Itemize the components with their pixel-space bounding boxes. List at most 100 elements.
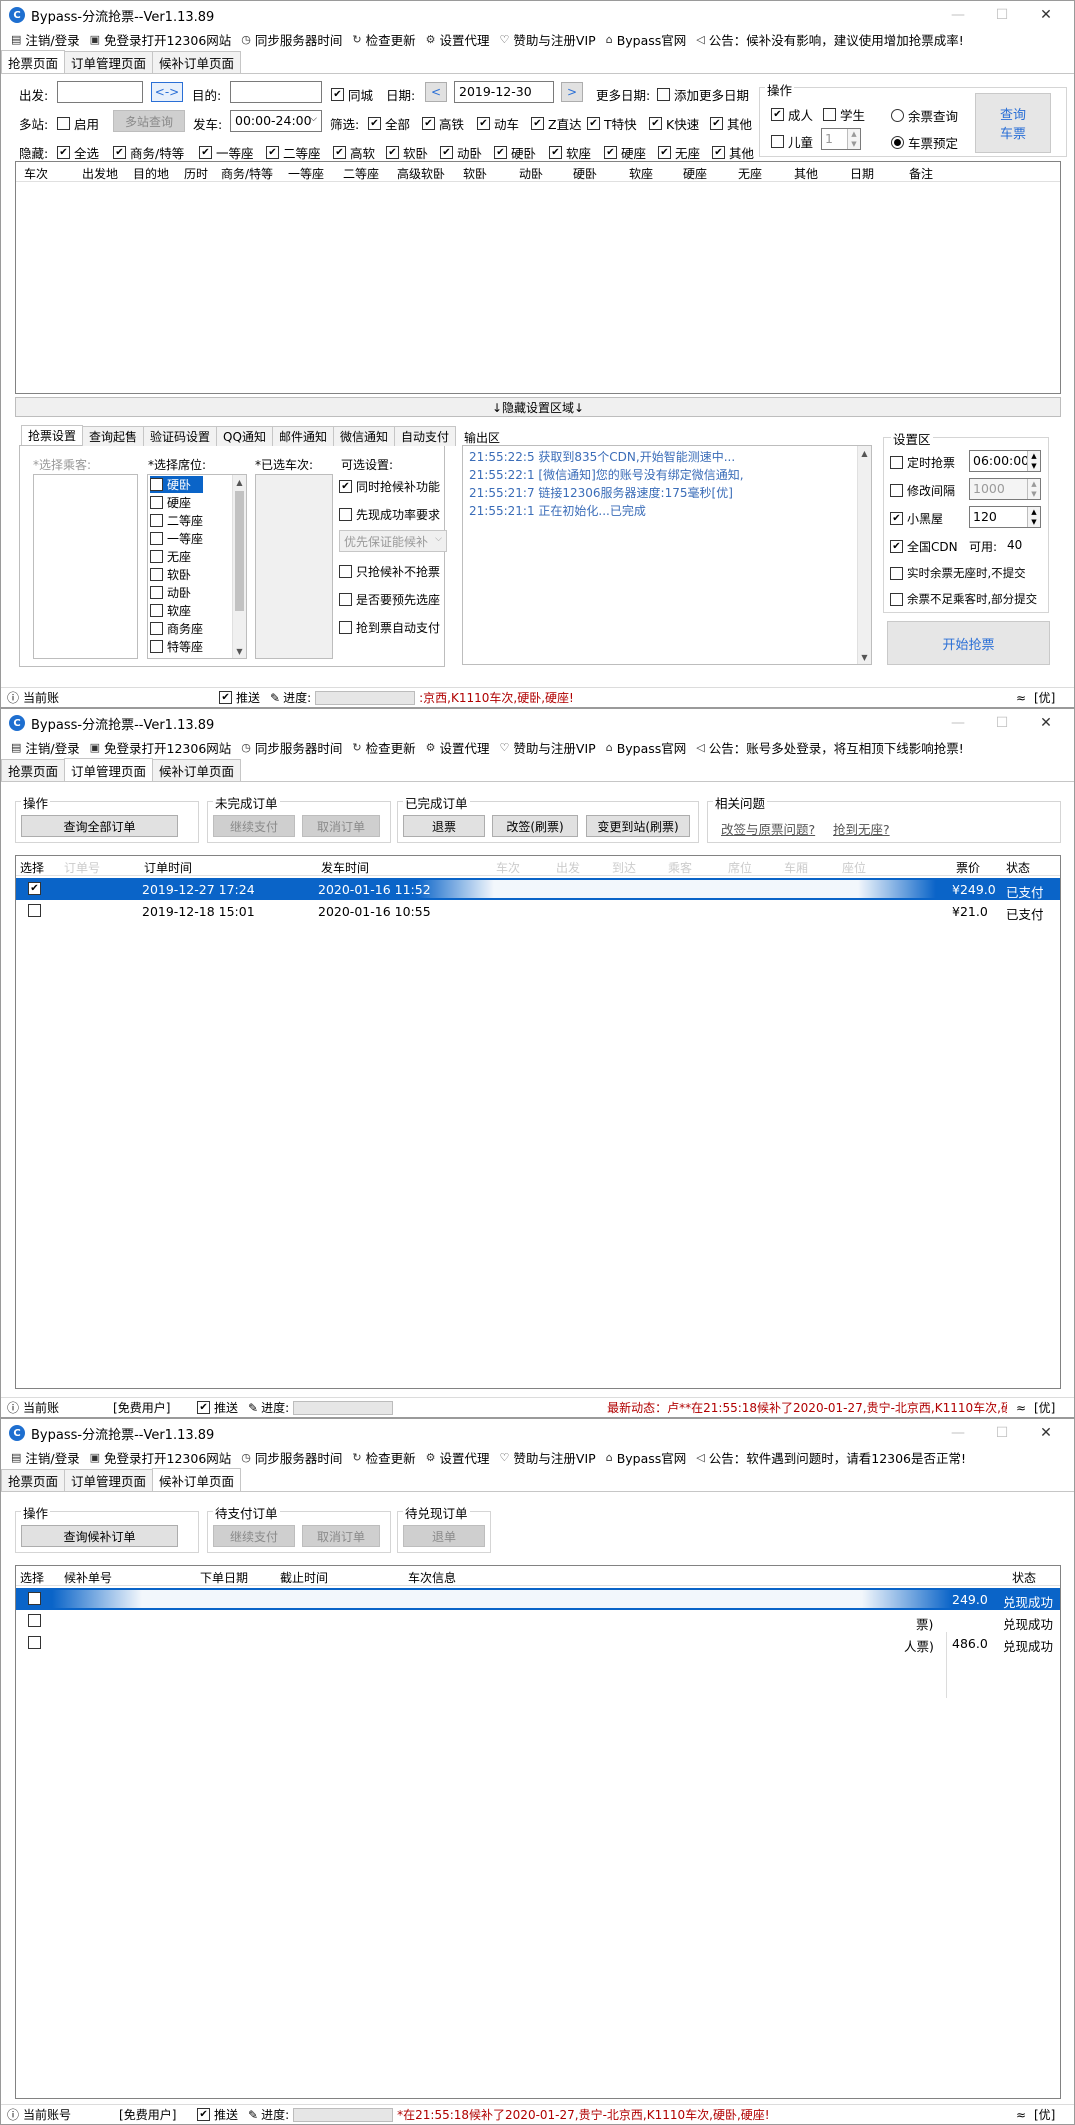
to-input[interactable] — [230, 81, 322, 103]
close-button[interactable]: ✕ — [1024, 709, 1068, 737]
seat-item[interactable]: 商务座 — [150, 620, 203, 637]
opt-priority-select[interactable]: 优先保证能候补 ⌵ — [339, 530, 447, 552]
menu-sync-time[interactable]: ◷ 同步服务器时间 — [241, 1448, 342, 1467]
faq-link-change[interactable]: 改签与原票问题? — [721, 819, 815, 838]
subtab-wechat[interactable]: 微信通知 — [332, 426, 395, 446]
row-checkbox[interactable] — [28, 1592, 41, 1605]
swap-button[interactable]: <-> — [151, 82, 183, 102]
child-count-stepper[interactable]: 1 ▲ ▼ — [821, 128, 861, 150]
change-station-button[interactable]: 变更到站(刷票) — [586, 815, 690, 837]
continue-pay-button[interactable]: 继续支付 — [213, 815, 295, 837]
menu-sponsor[interactable]: ♡ 赞助与注册VIP — [500, 30, 596, 49]
col-move-sleeper[interactable]: 动卧 — [519, 165, 543, 182]
push-checkbox[interactable] — [219, 691, 233, 704]
refund-waitlist-button[interactable]: 退单 — [403, 1525, 485, 1547]
col-select[interactable]: 选择 — [20, 1569, 44, 1586]
col-train[interactable]: 车次 — [496, 859, 520, 876]
hide-yingwo[interactable]: 硬卧 — [494, 143, 536, 162]
hide-ruanwo[interactable]: 软卧 — [386, 143, 428, 162]
scroll-down-icon[interactable]: ▼ — [233, 644, 246, 658]
menu-open-12306[interactable]: ▣ 免登录打开12306网站 — [90, 1448, 232, 1467]
waitlist-grid[interactable]: 选择 候补单号 下单日期 截止时间 车次信息 状态 249.0 兑现成功 票) … — [15, 1565, 1061, 2099]
col-order-time[interactable]: 订单时间 — [144, 859, 192, 876]
blackroom-checkbox[interactable]: 小黑屋 — [890, 510, 943, 527]
seat-item[interactable]: 软卧 — [150, 566, 191, 583]
date-input[interactable]: 2019-12-30 — [454, 81, 554, 103]
subtab-autopay[interactable]: 自动支付 — [393, 426, 456, 446]
seat-item[interactable]: 软座 — [150, 602, 191, 619]
hide-gaoruan[interactable]: 高软 — [333, 143, 375, 162]
filter-gaotie[interactable]: 高铁 — [422, 114, 464, 133]
filter-z[interactable]: Z直达 — [531, 114, 582, 133]
col-date[interactable]: 日期 — [850, 165, 874, 182]
col-waitlist-no[interactable]: 候补单号 — [64, 1569, 112, 1586]
remain-radio[interactable]: 余票查询 — [891, 106, 958, 125]
filter-dongche[interactable]: 动车 — [477, 114, 519, 133]
multi-query-button[interactable]: 多站查询 — [113, 110, 185, 132]
timer-stepper[interactable]: 06:00:00 ▲ ▼ — [969, 450, 1041, 472]
child-checkbox[interactable]: 儿童 — [771, 132, 813, 151]
hide-yingzuo[interactable]: 硬座 — [604, 143, 646, 162]
menu-proxy[interactable]: ⚙ 设置代理 — [426, 1448, 490, 1467]
hide-business[interactable]: 商务/特等 — [113, 143, 184, 162]
col-from[interactable]: 出发地 — [82, 165, 118, 182]
output-log[interactable]: 21:55:22:5 获取到835个CDN,开始智能测速中... 21:55:2… — [462, 445, 872, 665]
hide-dongwo[interactable]: 动卧 — [440, 143, 482, 162]
row-checkbox[interactable] — [28, 904, 41, 917]
col-to[interactable]: 到达 — [612, 859, 636, 876]
col-price[interactable]: 票价 — [956, 859, 980, 876]
col-high-soft[interactable]: 高级软卧 — [397, 165, 445, 182]
seat-item[interactable]: 一等座 — [150, 530, 203, 547]
scroll-thumb[interactable] — [235, 491, 244, 611]
seat-item[interactable]: 动卧 — [150, 584, 191, 601]
depart-select[interactable]: 00:00-24:00 ⌵ — [230, 110, 322, 132]
maximize-button[interactable]: ☐ — [980, 1, 1024, 29]
hide-other[interactable]: 其他 — [712, 143, 754, 162]
orders-grid[interactable]: 选择 订单号 订单时间 发车时间 车次 出发 到达 乘客 席位 车厢 座位 票价… — [15, 855, 1061, 1389]
minimize-button[interactable]: — — [936, 1, 980, 29]
opt-waitlist-only-checkbox[interactable]: 只抢候补不抢票 — [339, 563, 440, 580]
menu-sync-time[interactable]: ◷ 同步服务器时间 — [241, 30, 342, 49]
col-business[interactable]: 商务/特等 — [221, 165, 273, 182]
tab-waitlist[interactable]: 候补订单页面 — [152, 759, 242, 781]
interval-checkbox[interactable]: 修改间隔 — [890, 482, 955, 499]
menu-check-update[interactable]: ↻ 检查更新 — [352, 738, 415, 757]
tab-waitlist[interactable]: 候补订单页面 — [152, 1468, 242, 1491]
query-ticket-button[interactable]: 查询 车票 — [975, 93, 1051, 153]
row-checkbox[interactable] — [28, 1614, 41, 1627]
seat-item[interactable]: 特等座 — [150, 638, 203, 655]
subtab-mail[interactable]: 邮件通知 — [271, 426, 334, 446]
scroll-up-icon[interactable]: ▲ — [858, 446, 871, 460]
menu-check-update[interactable]: ↻ 检查更新 — [352, 1448, 415, 1467]
opt-success-rate-checkbox[interactable]: 先现成功率要求 — [339, 506, 440, 523]
menu-logout[interactable]: ▤ 注销/登录 — [11, 30, 80, 49]
hide-all[interactable]: 全选 — [57, 143, 99, 162]
seat-item[interactable]: 硬卧 — [150, 476, 204, 493]
adult-checkbox[interactable]: 成人 — [771, 105, 813, 124]
timer-checkbox[interactable]: 定时抢票 — [890, 454, 955, 471]
opt-waitlist-checkbox[interactable]: 同时抢候补功能 — [339, 478, 440, 495]
interval-stepper[interactable]: 1000 ▲ ▼ — [969, 478, 1041, 500]
from-input[interactable] — [57, 81, 143, 103]
col-seat-type[interactable]: 席位 — [728, 859, 752, 876]
tab-grab[interactable]: 抢票页面 — [1, 1469, 66, 1491]
minimize-button[interactable]: — — [936, 709, 980, 737]
col-status[interactable]: 状态 — [1012, 1569, 1036, 1586]
col-order-date[interactable]: 下单日期 — [200, 1569, 248, 1586]
tab-orders[interactable]: 订单管理页面 — [64, 1469, 154, 1491]
opt-autopay-checkbox[interactable]: 抢到票自动支付 — [339, 619, 440, 636]
hide-region-toggle[interactable]: ↓隐藏设置区域↓ — [15, 397, 1061, 417]
table-row[interactable]: 2019-12-18 15:01 2020-01-16 10:55 ¥21.0 … — [16, 900, 1060, 922]
filter-t[interactable]: T特快 — [587, 114, 637, 133]
filter-all[interactable]: 全部 — [368, 114, 410, 133]
change-button[interactable]: 改签(刷票) — [492, 815, 578, 837]
multi-station-checkbox[interactable]: 启用 — [57, 114, 99, 133]
col-status[interactable]: 状态 — [1006, 859, 1030, 876]
same-city-checkbox[interactable]: 同城 — [331, 85, 373, 104]
partial-checkbox[interactable]: 余票不足乘客时,部分提交 — [890, 591, 1037, 607]
col-soft-seat[interactable]: 软座 — [629, 165, 653, 182]
student-checkbox[interactable]: 学生 — [823, 105, 865, 124]
col-duration[interactable]: 历时 — [184, 165, 208, 182]
chosen-train-list[interactable] — [255, 474, 333, 659]
menu-website[interactable]: ⌂ Bypass官网 — [606, 1448, 687, 1467]
